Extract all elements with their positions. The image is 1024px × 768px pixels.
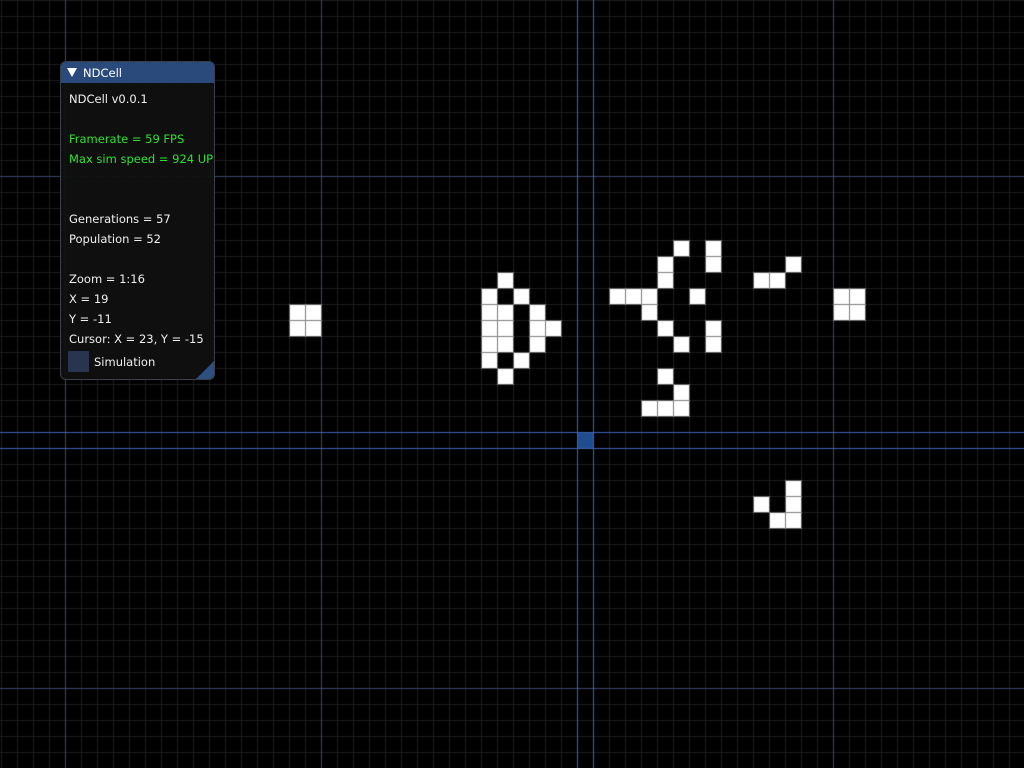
simulation-toggle[interactable]: Simulation (68, 351, 155, 372)
ndcell-info-window[interactable]: NDCell NDCell v0.0.1 Framerate = 59 FPS … (60, 61, 215, 380)
framerate-text: Framerate = 59 FPS (69, 132, 185, 146)
y-coordinate-text: Y = -11 (69, 312, 112, 326)
version-text: NDCell v0.0.1 (69, 92, 148, 106)
population-text: Population = 52 (69, 232, 161, 246)
window-title: NDCell (83, 65, 122, 80)
window-titlebar[interactable]: NDCell (61, 62, 214, 83)
generations-text: Generations = 57 (69, 212, 171, 226)
cursor-position-text: Cursor: X = 23, Y = -15 (69, 332, 204, 346)
zoom-text: Zoom = 1:16 (69, 272, 145, 286)
simulation-checkbox[interactable] (68, 351, 89, 372)
simulation-label: Simulation (94, 354, 156, 369)
resize-grip-icon[interactable] (196, 361, 214, 379)
max-sim-speed-text: Max sim speed = 924 UPS (69, 152, 215, 166)
collapse-arrow-icon[interactable] (67, 68, 77, 77)
x-coordinate-text: X = 19 (69, 292, 109, 306)
